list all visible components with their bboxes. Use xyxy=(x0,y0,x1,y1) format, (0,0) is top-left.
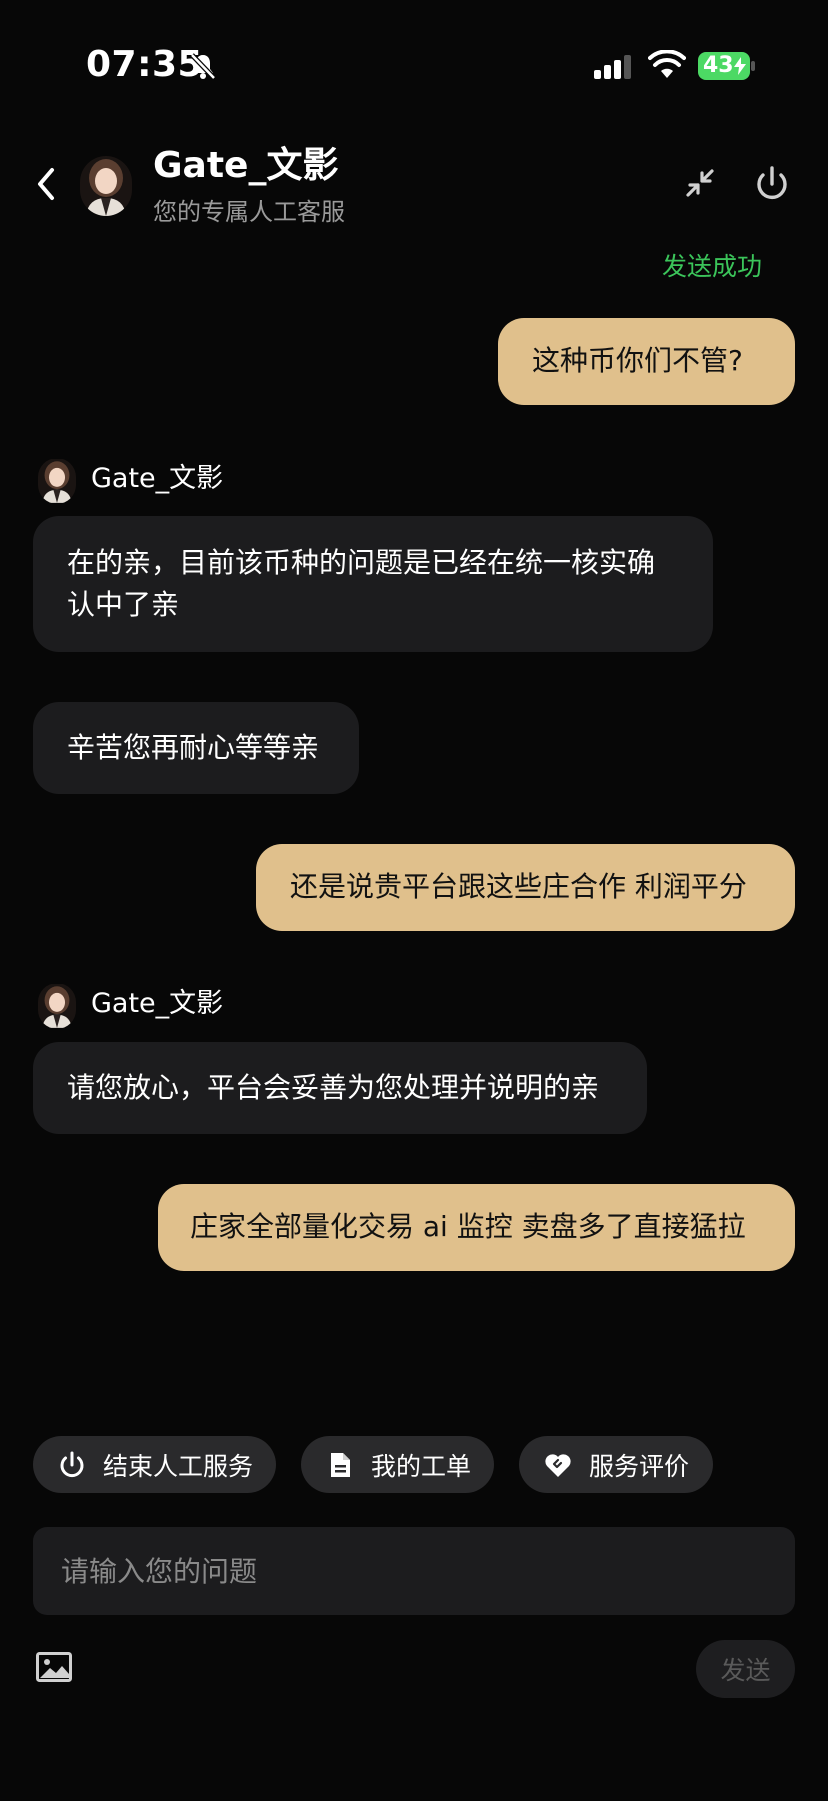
document-icon xyxy=(331,1452,350,1477)
service-rating-label: 服务评价 xyxy=(589,1451,690,1481)
question-input[interactable] xyxy=(33,1527,795,1615)
my-tickets-label: 我的工单 xyxy=(371,1451,472,1481)
user-message-bubble: 庄家全部量化交易 ai 监控 卖盘多了直接猛拉 xyxy=(158,1184,795,1271)
power-icon[interactable] xyxy=(752,164,792,204)
sender-name: Gate_文影 xyxy=(91,988,224,1019)
agent-message-bubble: 在的亲，目前该币种的问题是已经在统一核实确 认中了亲 xyxy=(33,516,713,652)
sender-name: Gate_文影 xyxy=(91,463,224,494)
agent-name: Gate_文影 xyxy=(153,145,339,186)
message-text: 这种币你们不管? xyxy=(532,344,743,377)
message-text: 辛苦您再耐心等等亲 xyxy=(67,731,320,764)
wifi-icon xyxy=(648,50,686,78)
minimize-icon[interactable] xyxy=(684,167,716,199)
image-icon[interactable] xyxy=(36,1652,72,1682)
message-text: 请您放心，平台会妥善为您处理并说明的亲 xyxy=(67,1071,600,1104)
sender-avatar-image xyxy=(38,984,76,1028)
battery-level: 43 xyxy=(703,53,734,78)
bell-muted-icon xyxy=(190,53,216,80)
sender-avatar-image xyxy=(38,459,76,503)
sender-avatar xyxy=(38,458,76,504)
message-text-line: 认中了亲 xyxy=(67,588,180,621)
service-rating-button[interactable]: 服务评价 xyxy=(519,1436,713,1493)
status-time: 07:35 xyxy=(86,44,204,85)
user-message-bubble: 这种币你们不管? xyxy=(498,318,795,405)
agent-message-bubble: 辛苦您再耐心等等亲 xyxy=(33,702,359,794)
charging-bolt-icon xyxy=(734,57,746,75)
send-status: 发送成功 xyxy=(661,252,762,281)
message-text: 还是说贵平台跟这些庄合作 利润平分 xyxy=(290,870,747,903)
agent-message-bubble: 请您放心，平台会妥善为您处理并说明的亲 xyxy=(33,1042,647,1134)
send-button[interactable]: 发送 xyxy=(696,1640,795,1698)
message-text: 庄家全部量化交易 ai 监控 卖盘多了直接猛拉 xyxy=(190,1210,746,1243)
power-icon xyxy=(60,1451,84,1477)
end-service-label: 结束人工服务 xyxy=(103,1451,254,1481)
sender-avatar xyxy=(38,983,76,1029)
agent-subtitle: 您的专属人工客服 xyxy=(153,198,345,226)
my-tickets-button[interactable]: 我的工单 xyxy=(301,1436,494,1493)
cellular-signal-icon xyxy=(594,55,631,79)
message-text-line: 在的亲，目前该币种的问题是已经在统一核实确 xyxy=(67,546,656,579)
agent-avatar xyxy=(80,156,132,216)
back-icon[interactable] xyxy=(34,166,58,202)
question-input-container xyxy=(33,1527,795,1615)
heart-handshake-icon xyxy=(545,1453,571,1477)
end-service-button[interactable]: 结束人工服务 xyxy=(33,1436,276,1493)
agent-avatar-image xyxy=(80,156,132,216)
battery-indicator: 43 xyxy=(698,52,756,80)
user-message-bubble: 还是说贵平台跟这些庄合作 利润平分 xyxy=(256,844,795,931)
